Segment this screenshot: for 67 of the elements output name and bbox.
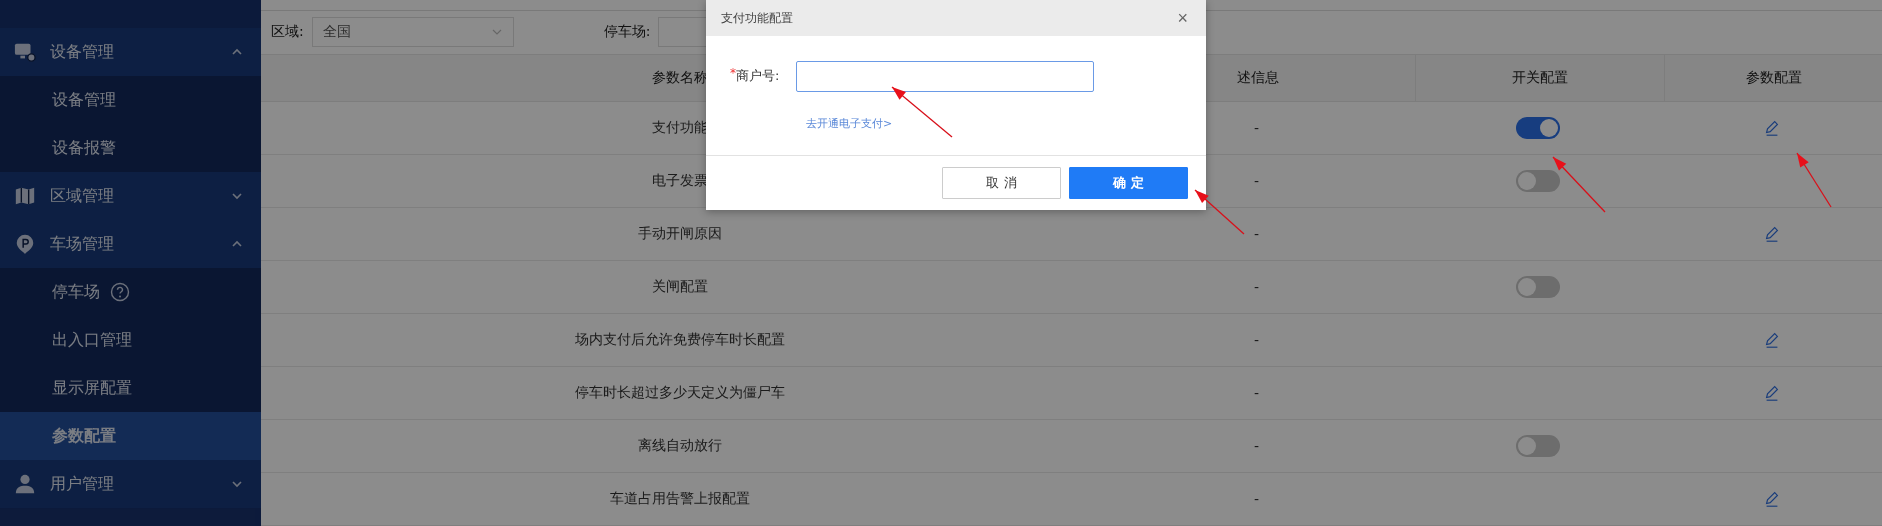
parking-pin-icon bbox=[14, 233, 36, 255]
menu-item-label: 出入口管理 bbox=[52, 329, 132, 351]
table-cell: - bbox=[1253, 332, 1260, 348]
table-cell: 车道占用告警上报配置 bbox=[610, 490, 750, 508]
menu-group-label: 区域管理 bbox=[50, 185, 115, 207]
table-cell: - bbox=[1253, 173, 1260, 189]
edit-icon[interactable] bbox=[1763, 384, 1781, 402]
table-cell: 离线自动放行 bbox=[638, 437, 722, 455]
link[interactable]: 去开通电子支付> bbox=[806, 116, 893, 131]
edit-icon[interactable] bbox=[1763, 331, 1781, 349]
annotation-arrow bbox=[1194, 189, 1245, 235]
cancel-button[interactable]: 取 消 bbox=[942, 167, 1061, 199]
menu-group[interactable]: 设备管理 bbox=[0, 28, 261, 76]
menu-item[interactable]: 出入口管理 bbox=[0, 316, 261, 364]
annotation-arrow bbox=[1796, 152, 1832, 208]
menu-item-label: 显示屏配置 bbox=[52, 377, 132, 399]
menu-group-label: 设备管理 bbox=[50, 41, 115, 63]
toggle-switch[interactable] bbox=[1516, 117, 1560, 139]
menu-item-label: 设备报警 bbox=[52, 137, 116, 159]
toggle-switch[interactable] bbox=[1516, 170, 1560, 192]
column-header: 参数配置 bbox=[1744, 68, 1803, 87]
chevron-icon bbox=[231, 190, 243, 202]
menu-item[interactable]: 设备报警 bbox=[0, 124, 261, 172]
table-cell: - bbox=[1253, 226, 1260, 242]
menu-group[interactable]: 区域管理 bbox=[0, 172, 261, 220]
menu-item[interactable]: 参数配置 bbox=[0, 412, 261, 460]
menu-item-label: 参数配置 bbox=[52, 425, 116, 447]
confirm-button[interactable]: 确 定 bbox=[1069, 167, 1188, 199]
table-cell: 关闸配置 bbox=[652, 278, 708, 296]
menu-item[interactable]: 显示屏配置 bbox=[0, 364, 261, 412]
user-icon bbox=[14, 473, 36, 495]
filter-label: 停车场: bbox=[603, 23, 651, 42]
menu-item-label: 停车场 bbox=[52, 281, 100, 303]
table-cell: - bbox=[1253, 385, 1260, 401]
field-label: 商户号: bbox=[736, 67, 781, 85]
menu-group[interactable]: 用户管理 bbox=[0, 460, 261, 508]
merchant-id-field[interactable] bbox=[796, 60, 1094, 92]
menu-item[interactable]: 设备管理 bbox=[0, 76, 261, 124]
table-cell: 停车时长超过多少天定义为僵尸车 bbox=[575, 384, 785, 402]
edit-icon[interactable] bbox=[1763, 490, 1781, 508]
toggle-switch[interactable] bbox=[1516, 276, 1560, 298]
toggle-switch[interactable] bbox=[1516, 435, 1560, 457]
table-cell: 场内支付后允许免费停车时长配置 bbox=[575, 331, 785, 349]
menu-group-label: 用户管理 bbox=[50, 473, 115, 495]
annotation-arrow bbox=[1552, 156, 1606, 213]
table-cell: - bbox=[1253, 491, 1260, 507]
table-cell: - bbox=[1253, 438, 1260, 454]
chevron-icon bbox=[231, 478, 243, 490]
menu-group[interactable]: 车场管理 bbox=[0, 220, 261, 268]
monitor-gear-icon bbox=[14, 41, 36, 63]
table-cell: 手动开闸原因 bbox=[638, 225, 722, 243]
filter-select[interactable]: 全国 bbox=[311, 17, 514, 48]
table-cell: - bbox=[1253, 120, 1260, 136]
edit-icon[interactable] bbox=[1763, 225, 1781, 243]
filter-label: 区域: bbox=[271, 23, 304, 42]
table-cell: 电子发票 bbox=[652, 172, 708, 190]
menu-item-label: 设备管理 bbox=[52, 89, 116, 111]
dialog-title: 支付功能配置 bbox=[721, 9, 793, 27]
edit-icon[interactable] bbox=[1763, 119, 1781, 137]
map-icon bbox=[14, 185, 36, 207]
menu-item[interactable]: 停车场 bbox=[0, 268, 261, 316]
annotation-arrow bbox=[891, 86, 953, 138]
table-cell: - bbox=[1253, 279, 1260, 295]
column-header: 开关配置 bbox=[1416, 55, 1665, 101]
menu-group-label: 车场管理 bbox=[50, 233, 115, 255]
close-button[interactable]: × bbox=[1173, 9, 1192, 27]
required-mark: * bbox=[730, 66, 736, 80]
